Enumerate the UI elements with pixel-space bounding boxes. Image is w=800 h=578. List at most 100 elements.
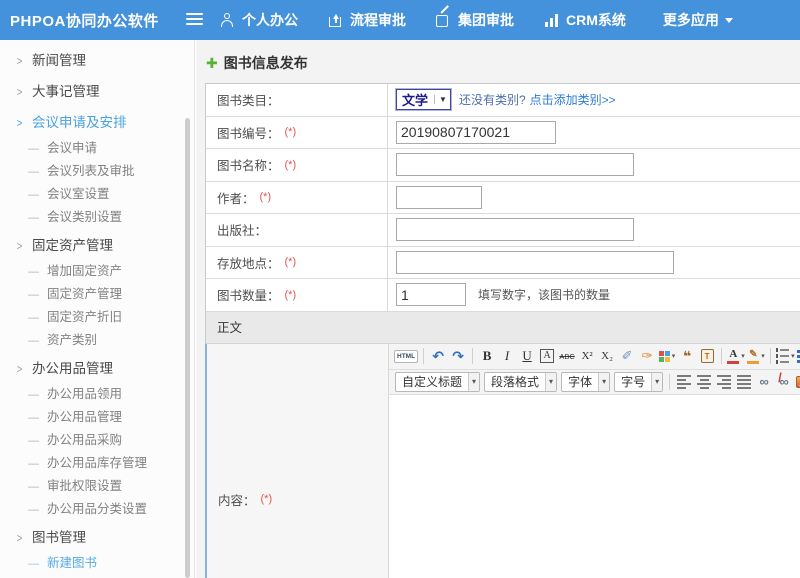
sidebar-group-office-supplies[interactable]: >办公用品管理 <box>0 355 194 383</box>
align-left-icon[interactable] <box>675 372 693 392</box>
book-name-input[interactable] <box>396 153 634 176</box>
top-menu-label: 流程审批 <box>350 10 406 30</box>
publisher-label: 出版社： <box>217 220 267 239</box>
person-icon <box>220 13 235 28</box>
add-icon: ✚ <box>206 55 218 72</box>
sidebar-item-supplies-purchase[interactable]: —办公用品采购 <box>0 429 194 452</box>
caret-down-icon: ▾ <box>741 352 745 360</box>
top-menu-item-personal-office[interactable]: 个人办公 <box>220 10 298 30</box>
sidebar-item-supplies-category-settings[interactable]: — 办公用品分类设置 <box>0 498 194 521</box>
align-justify-icon[interactable] <box>735 372 753 392</box>
superscript-icon[interactable]: X² <box>578 346 596 366</box>
required-mark: (*) <box>285 289 297 301</box>
form-row-category: 图书类目： 文学 ▼ 还没有类别? 点击添加类别>> <box>206 84 800 117</box>
required-mark: (*) <box>261 493 273 505</box>
dash-icon: — <box>28 143 39 155</box>
hamburger-menu-icon[interactable] <box>186 13 203 26</box>
unordered-list-icon[interactable]: ▾ <box>797 346 800 366</box>
unlink-icon[interactable]: ∞/ <box>775 372 793 392</box>
font-size-dropdown[interactable]: 字号▾ <box>614 372 663 392</box>
top-menu-item-crm-system[interactable]: CRM系统 <box>544 10 626 30</box>
paste-text-icon[interactable]: T <box>698 346 716 366</box>
author-label: 作者： <box>217 188 255 207</box>
strikethrough-icon[interactable]: ABC <box>558 346 576 366</box>
font-color-icon[interactable]: A▾ <box>727 346 745 366</box>
caret-down-icon: ▾ <box>672 352 676 360</box>
app-brand: PHPOA协同办公软件 <box>10 10 159 31</box>
bold-icon[interactable]: B <box>478 346 496 366</box>
sidebar-item-approval-permission-settings[interactable]: —审批权限设置 <box>0 475 194 498</box>
top-menu-item-more-apps[interactable]: 更多应用 <box>656 10 733 30</box>
sidebar-group-fixed-assets[interactable]: >固定资产管理 <box>0 232 194 260</box>
sidebar-item-meeting-room-settings[interactable]: —会议室设置 <box>0 183 194 206</box>
author-input[interactable] <box>396 186 482 209</box>
sidebar-item-meeting-category-settings[interactable]: —会议类别设置 <box>0 206 194 229</box>
html-source-icon[interactable]: HTML <box>394 346 418 366</box>
caret-down-icon <box>725 18 733 27</box>
underline-icon[interactable]: U <box>518 346 536 366</box>
category-hint: 还没有类别? <box>459 91 526 108</box>
dash-icon: — <box>28 289 39 301</box>
paragraph-format-dropdown[interactable]: 段落格式▾ <box>484 372 557 392</box>
top-menu-item-group-approval[interactable]: 集团审批 <box>436 10 514 30</box>
custom-title-dropdown[interactable]: 自定义标题▾ <box>395 372 480 392</box>
sidebar-item-label: 会议室设置 <box>47 187 110 201</box>
align-center-icon[interactable] <box>695 372 713 392</box>
sidebar-item-label: 固定资产管理 <box>47 287 122 301</box>
sidebar-item-meeting-apply[interactable]: —会议申请 <box>0 137 194 160</box>
sidebar-group-label: 大事记管理 <box>32 84 100 99</box>
dash-icon: — <box>28 504 39 516</box>
chevron-right-icon: > <box>17 47 23 75</box>
category-select[interactable]: 文学 ▼ <box>396 89 451 110</box>
sidebar-item-supplies-inventory[interactable]: —办公用品库存管理 <box>0 452 194 475</box>
sidebar-item-add-fixed-asset[interactable]: —增加固定资产 <box>0 260 194 283</box>
editor-toolbar-row2: 自定义标题▾段落格式▾字体▾字号▾∞∞/ <box>389 370 800 395</box>
quantity-label: 图书数量： <box>217 285 280 304</box>
color-palette-icon[interactable]: ▾ <box>658 346 676 366</box>
font-family-dropdown[interactable]: 字体▾ <box>561 372 610 392</box>
quantity-input[interactable] <box>396 283 466 306</box>
book-no-input[interactable] <box>396 121 556 144</box>
top-menu-item-workflow-approval[interactable]: 流程审批 <box>328 10 406 30</box>
form-row-location: 存放地点：(*) <box>206 247 800 280</box>
sidebar-group-news-management[interactable]: >新闻管理 <box>0 47 194 75</box>
sidebar-item-fixed-asset-management[interactable]: — 固定资产管理 <box>0 283 194 306</box>
paragraph-format-dropdown-label: 段落格式 <box>485 373 545 390</box>
eraser-icon[interactable]: ✐ <box>618 346 636 366</box>
subscript-icon[interactable]: X₂ <box>598 346 616 366</box>
insert-image-icon[interactable] <box>795 372 800 392</box>
sidebar-group-meeting-management[interactable]: >会议申请及安排 <box>0 109 194 137</box>
dash-icon: — <box>28 389 39 401</box>
publisher-input[interactable] <box>396 218 634 241</box>
align-right-icon[interactable] <box>715 372 733 392</box>
sidebar-scrollbar[interactable] <box>185 118 190 578</box>
sidebar-group-memo-management[interactable]: > 大事记管理 <box>0 78 194 106</box>
ordered-list-icon[interactable]: ▾ <box>776 346 795 366</box>
sidebar-item-label: 办公用品分类设置 <box>47 502 147 516</box>
font-box-icon[interactable]: A <box>538 346 556 366</box>
add-category-link[interactable]: 点击添加类别>> <box>530 91 616 108</box>
location-input[interactable] <box>396 251 674 274</box>
sidebar-group-book-management[interactable]: >图书管理 <box>0 524 194 552</box>
sidebar-item-label: 办公用品采购 <box>47 433 122 447</box>
sidebar-item-fixed-asset-depreciation[interactable]: —固定资产折旧 <box>0 306 194 329</box>
toolbar-separator <box>770 348 771 364</box>
link-icon[interactable]: ∞ <box>755 372 773 392</box>
caret-down-icon: ▾ <box>545 373 556 391</box>
dash-icon: — <box>28 212 39 224</box>
required-mark: (*) <box>285 126 297 138</box>
sidebar-item-asset-category[interactable]: —资产类别 <box>0 329 194 352</box>
sidebar-item-supplies-management[interactable]: —办公用品管理 <box>0 406 194 429</box>
sidebar-item-supplies-requisition[interactable]: —办公用品领用 <box>0 383 194 406</box>
undo-icon[interactable]: ↶ <box>429 346 447 366</box>
format-brush-icon[interactable]: ✑ <box>638 346 656 366</box>
sidebar-item-new-book[interactable]: —新建图书 <box>0 552 194 575</box>
italic-icon[interactable]: I <box>498 346 516 366</box>
redo-icon[interactable]: ↷ <box>449 346 467 366</box>
highlight-pen-icon[interactable]: ✎▾ <box>747 346 765 366</box>
blockquote-icon[interactable]: ❝ <box>678 346 696 366</box>
chevron-right-icon: > <box>17 78 23 106</box>
editor-content-area[interactable] <box>389 395 800 578</box>
sidebar-group-label: 固定资产管理 <box>32 238 113 253</box>
sidebar-item-meeting-list-approval[interactable]: —会议列表及审批 <box>0 160 194 183</box>
